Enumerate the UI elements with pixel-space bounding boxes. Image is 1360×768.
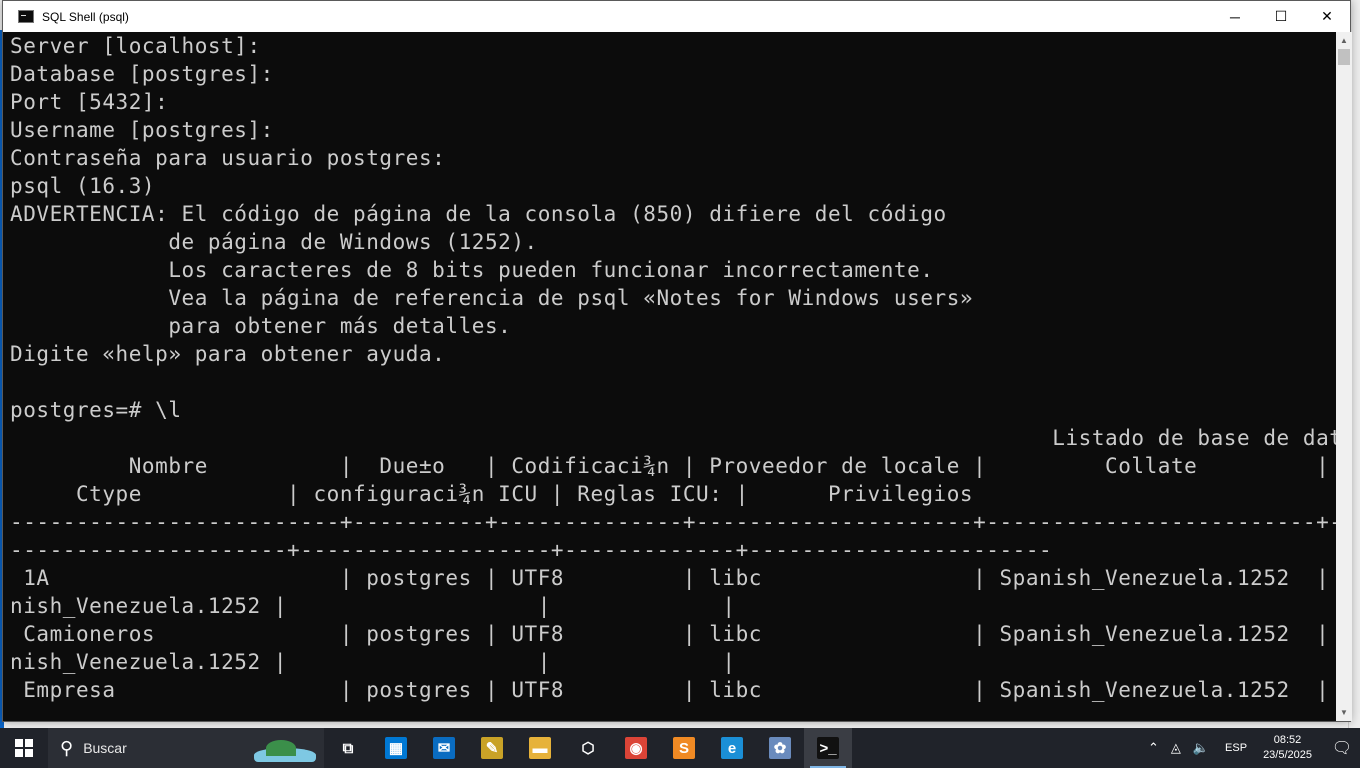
window-title: SQL Shell (psql) [42, 9, 129, 24]
paint-icon: ✿ [769, 737, 791, 759]
clock-date: 23/5/2025 [1263, 749, 1312, 761]
volume-icon[interactable]: 🔈 [1193, 740, 1209, 756]
taskbar-app-file-explorer[interactable]: ▬ [516, 728, 564, 768]
console-line: -------------------------+----------+---… [10, 510, 1336, 534]
photo-editor-icon: ✎ [481, 737, 503, 759]
windows-logo-icon [15, 739, 33, 757]
taskbar-app-microsoft-store[interactable]: ▦ [372, 728, 420, 768]
tray-overflow-chevron-icon[interactable]: ⌃ [1148, 740, 1159, 756]
clock[interactable]: 08:52 23/5/2025 [1263, 733, 1312, 763]
console-line: ADVERTENCIA: El código de página de la c… [10, 202, 947, 226]
scrollbar-thumb[interactable] [1338, 49, 1350, 65]
taskbar-app-mail[interactable]: ✉ [420, 728, 468, 768]
taskbar-app-3d-viewer[interactable]: ⬡ [564, 728, 612, 768]
system-tray: ⌃ ◬ 🔈 ESP 08:52 23/5/2025 🗨 [1142, 728, 1360, 768]
psql-console-window[interactable]: SQL Shell (psql) ─ ☐ ✕ Server [localhost… [2, 0, 1352, 722]
console-line: postgres=# \l [10, 398, 182, 422]
console-line: Empresa | postgres | UTF8 | libc | Spani… [10, 678, 1336, 702]
console-line: Camioneros | postgres | UTF8 | libc | Sp… [10, 622, 1336, 646]
taskbar-app-edge[interactable]: e [708, 728, 756, 768]
input-language-indicator[interactable]: ESP [1225, 742, 1247, 754]
minimize-button[interactable]: ─ [1212, 1, 1258, 32]
search-placeholder: Buscar [83, 740, 127, 756]
console-line: Ctype | configuraci¾n ICU | Reglas ICU: … [10, 482, 974, 506]
clock-time: 08:52 [1273, 734, 1302, 746]
console-text: Server [localhost]: Database [postgres]:… [3, 32, 1336, 704]
taskbar-app-photo-editor[interactable]: ✎ [468, 728, 516, 768]
task-view-icon: ⧉ [337, 737, 359, 759]
taskbar-search-box[interactable]: ⚲ Buscar [48, 728, 248, 768]
scroll-up-arrow-icon[interactable]: ▲ [1336, 32, 1352, 49]
console-line: Nombre | Due±o | Codificaci¾n | Proveedo… [10, 454, 1330, 478]
taskbar-app-paint[interactable]: ✿ [756, 728, 804, 768]
console-line: nish_Venezuela.1252 | | | [10, 650, 736, 674]
console-line: psql (16.3) [10, 174, 156, 198]
taskbar-app-terminal[interactable]: >_ [804, 728, 852, 768]
console-app-icon[interactable] [18, 10, 34, 23]
taskbar-app-sublime-text[interactable]: S [660, 728, 708, 768]
notifications-icon[interactable]: 🗨 [1324, 728, 1360, 768]
network-icon[interactable]: ◬ [1171, 740, 1181, 756]
console-line: Vea la página de referencia de psql «Not… [10, 286, 974, 310]
scroll-down-arrow-icon[interactable]: ▼ [1336, 704, 1352, 721]
vertical-scrollbar[interactable]: ▲ ▼ [1336, 32, 1352, 721]
console-line: Username [postgres]: [10, 118, 274, 142]
terminal-icon: >_ [817, 737, 839, 759]
search-icon: ⚲ [60, 737, 74, 758]
window-controls: ─ ☐ ✕ [1212, 1, 1350, 32]
close-button[interactable]: ✕ [1304, 1, 1350, 32]
microsoft-store-icon: ▦ [385, 737, 407, 759]
taskbar-pinned-apps: ⧉ ▦ ✉ ✎ ▬ ⬡ ◉ Se ✿ >_ [324, 728, 852, 768]
console-line: de página de Windows (1252). [10, 230, 538, 254]
start-button[interactable] [0, 728, 48, 768]
console-line: Port [5432]: [10, 90, 169, 114]
file-explorer-icon: ▬ [529, 737, 551, 759]
console-output-area[interactable]: Server [localhost]: Database [postgres]:… [3, 32, 1336, 721]
taskbar: ⚲ Buscar ⧉ ▦ ✉ ✎ ▬ ⬡ ◉ Se ✿ >_ ⌃ ◬ 🔈 ESP 08:52 23… [0, 728, 1360, 768]
console-line: Listado de base de datos [10, 426, 1336, 450]
console-line: 1A | postgres | UTF8 | libc | Spanish_Ve… [10, 566, 1336, 590]
console-line: para obtener más detalles. [10, 314, 512, 338]
sublime-text-icon: S [673, 737, 695, 759]
taskbar-app-chrome[interactable]: ◉ [612, 728, 660, 768]
console-line: ---------------------+------------------… [10, 538, 1053, 562]
chrome-icon: ◉ [625, 737, 647, 759]
3d-viewer-icon: ⬡ [577, 737, 599, 759]
search-highlight-image[interactable] [248, 728, 324, 768]
console-line: Contraseña para usuario postgres: [10, 146, 446, 170]
console-line: nish_Venezuela.1252 | | | [10, 594, 736, 618]
console-line: Los caracteres de 8 bits pueden funciona… [10, 258, 934, 282]
mail-icon: ✉ [433, 737, 455, 759]
console-line: Digite «help» para obtener ayuda. [10, 342, 446, 366]
taskbar-app-task-view[interactable]: ⧉ [324, 728, 372, 768]
title-bar[interactable]: SQL Shell (psql) ─ ☐ ✕ [3, 1, 1350, 32]
maximize-button[interactable]: ☐ [1258, 1, 1304, 32]
edge-icon: e [721, 737, 743, 759]
console-line: Database [postgres]: [10, 62, 274, 86]
console-line: Server [localhost]: [10, 34, 261, 58]
